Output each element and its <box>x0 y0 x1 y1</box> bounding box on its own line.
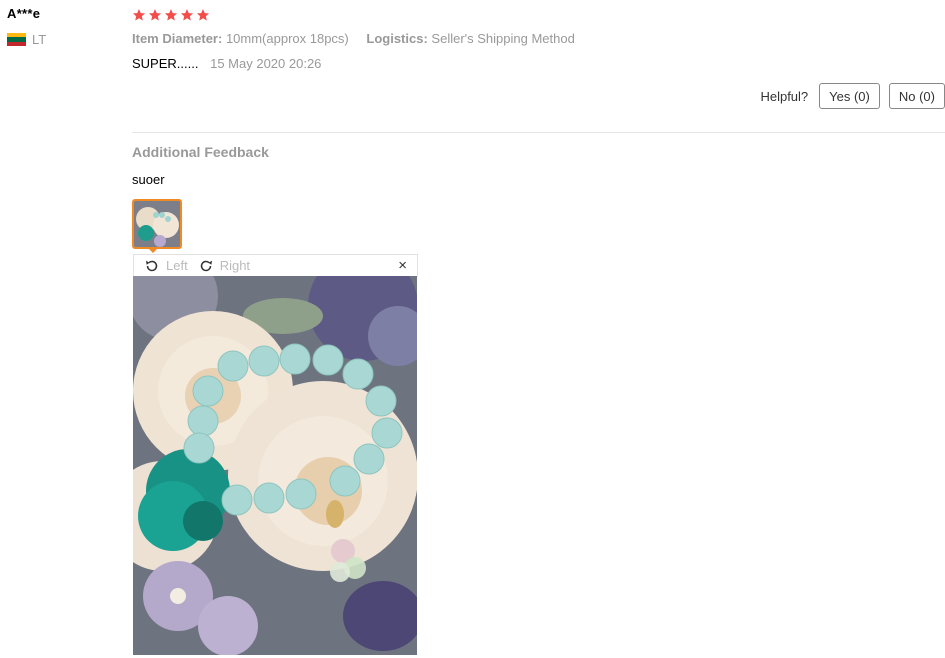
helpful-row: Helpful? Yes (0) No (0) <box>760 83 945 109</box>
rotate-right-label: Right <box>219 258 251 273</box>
star-icon <box>132 9 146 21</box>
divider <box>132 132 945 133</box>
review-attributes: Item Diameter: 10mm(approx 18pcs) Logist… <box>132 31 589 46</box>
attr-value-logistics: Seller's Shipping Method <box>431 31 575 46</box>
review-photo <box>133 276 417 655</box>
review-text-row: SUPER...... 15 May 2020 20:26 <box>132 56 321 71</box>
lithuania-flag-icon <box>7 33 26 46</box>
image-viewer-toolbar: Left Right × <box>133 254 418 277</box>
review-body: SUPER...... <box>132 56 199 71</box>
star-icon <box>148 9 162 21</box>
attr-label-diameter: Item Diameter: <box>132 31 223 46</box>
star-rating <box>132 6 945 24</box>
close-viewer-button[interactable]: × <box>398 258 407 273</box>
attr-label-logistics: Logistics: <box>366 31 428 46</box>
helpful-no-button[interactable]: No (0) <box>888 83 945 109</box>
rotate-left-icon <box>146 260 158 271</box>
attr-value-diameter: 10mm(approx 18pcs) <box>225 31 349 46</box>
additional-feedback-heading: Additional Feedback <box>132 144 269 160</box>
review: Item Diameter: 10mm(approx 18pcs) Logist… <box>132 6 945 71</box>
reviewer-name: A***e <box>7 6 41 21</box>
rotate-right-icon <box>200 260 212 271</box>
star-icon <box>196 9 210 21</box>
star-icon <box>180 9 194 21</box>
helpful-label: Helpful? <box>760 88 809 104</box>
rotate-left-label: Left <box>166 258 188 273</box>
thumbnail-pointer <box>147 247 159 253</box>
reviewer-country: LT <box>7 32 46 47</box>
country-code: LT <box>32 32 47 47</box>
additional-feedback-text: suoer <box>132 172 165 187</box>
photo-thumbnail[interactable] <box>132 199 182 249</box>
rotate-right-button[interactable]: Right <box>198 258 250 274</box>
helpful-yes-button[interactable]: Yes (0) <box>819 83 880 109</box>
thumbnail-image <box>134 201 180 247</box>
rotate-left-button[interactable]: Left <box>144 258 188 274</box>
bracelet-photo <box>133 276 417 655</box>
star-icon <box>164 9 178 21</box>
review-date: 15 May 2020 20:26 <box>210 56 322 71</box>
